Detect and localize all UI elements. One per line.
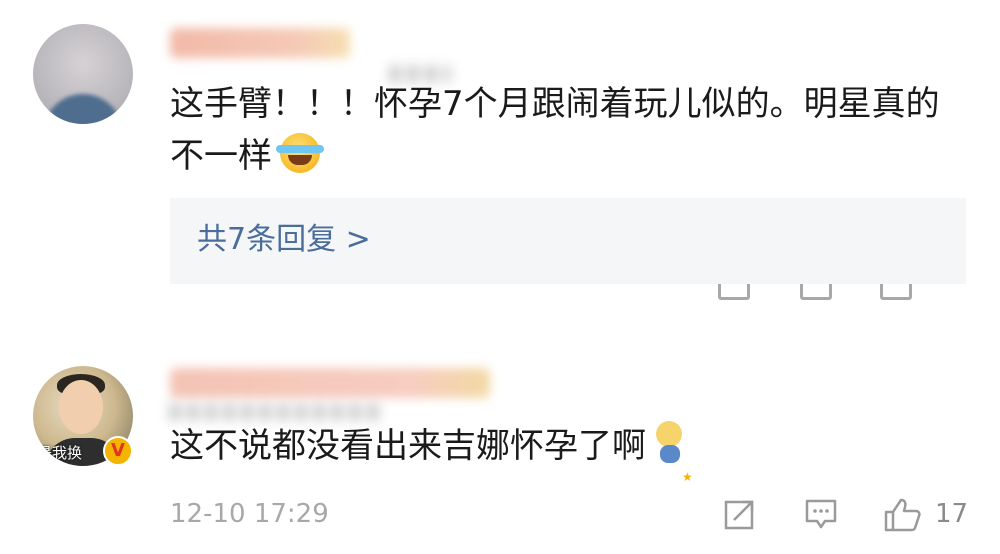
like-button[interactable]	[883, 497, 923, 537]
avatar[interactable]	[33, 24, 133, 124]
like-count: 17	[935, 499, 969, 529]
verified-badge-icon: V	[103, 436, 133, 466]
username-blurred[interactable]	[170, 28, 350, 58]
share-button[interactable]	[723, 497, 757, 535]
comment-timestamp: 12-10 17:29	[170, 499, 329, 529]
like-icon	[884, 498, 921, 532]
comment-text: 这不说都没看出来吉娜怀孕了啊 ★	[170, 420, 693, 484]
avatar-image	[43, 94, 123, 124]
reply-thread-box[interactable]: 共7条回复 >	[170, 198, 966, 284]
avatar-face	[59, 380, 103, 434]
comment-text: 这手臂！！！怀孕7个月跟闹着玩儿似的。明星真的不一样	[170, 78, 960, 182]
share-icon[interactable]	[718, 284, 750, 300]
laughing-crying-emoji-icon	[276, 133, 324, 173]
comment-meta-row-clipped	[170, 284, 966, 306]
view-replies-link[interactable]: 共7条回复 >	[197, 220, 371, 260]
sitting-figure-emoji-icon: ★	[654, 421, 693, 484]
like-icon[interactable]	[880, 284, 912, 300]
comment-icon[interactable]	[800, 284, 832, 300]
username-blurred[interactable]	[170, 368, 490, 398]
comment-button[interactable]	[804, 497, 838, 535]
avatar-overlay-text: 是我换	[37, 444, 83, 462]
comment-icon	[805, 499, 837, 529]
comment-body: 这不说都没看出来吉娜怀孕了啊	[170, 426, 646, 466]
share-icon	[724, 500, 754, 530]
blurred-text	[170, 404, 380, 420]
